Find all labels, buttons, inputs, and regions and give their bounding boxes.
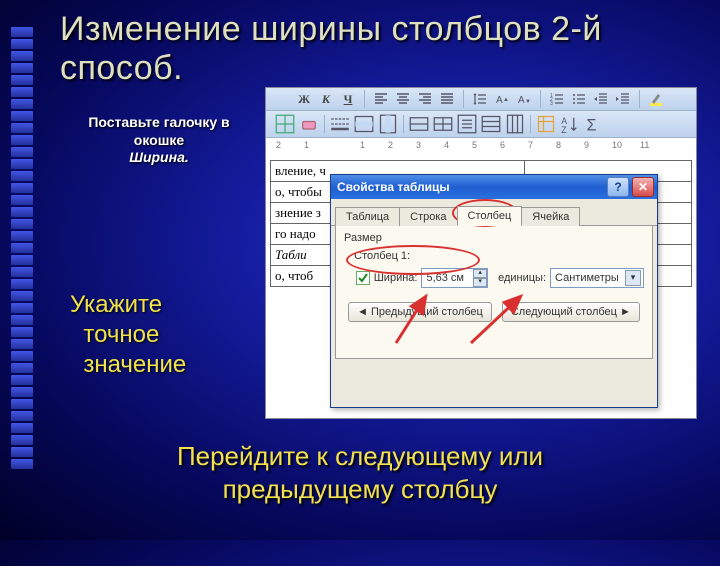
units-label: единицы:	[498, 272, 546, 284]
toolbar-separator	[403, 115, 404, 133]
align-center-icon[interactable]	[395, 91, 411, 107]
units-value-text: Сантиметры	[555, 272, 619, 284]
tab-row[interactable]: Строка	[399, 207, 457, 226]
slide-title: Изменение ширины столбцов 2-й способ.	[60, 10, 720, 88]
draw-table-icon[interactable]	[274, 113, 296, 135]
word-format-toolbar: Ж К Ч A▲ A▼ 123	[266, 88, 696, 111]
bold-button[interactable]: Ж	[296, 91, 312, 107]
instruction-checkbox-line1: Поставьте галочку в окошке	[88, 114, 229, 148]
size-group-label: Размер	[344, 232, 644, 244]
width-value-text: 5,63 см	[426, 272, 464, 284]
indent-icon[interactable]	[615, 91, 631, 107]
instruction-nav-l2: предыдущему столбцу	[223, 474, 498, 504]
bullet-list-icon[interactable]	[571, 91, 587, 107]
svg-text:3: 3	[550, 101, 553, 106]
font-grow-icon[interactable]: A▲	[494, 91, 510, 107]
numbered-list-icon[interactable]: 123	[549, 91, 565, 107]
instruction-checkbox: Поставьте галочку в окошке Ширина.	[64, 114, 254, 167]
toolbar-separator	[364, 90, 365, 108]
instruction-value-l1: Укажите	[70, 291, 162, 318]
underline-button[interactable]: Ч	[340, 91, 356, 107]
word-screenshot: Ж К Ч A▲ A▼ 123	[266, 88, 696, 418]
outdent-icon[interactable]	[593, 91, 609, 107]
prev-column-button[interactable]: ◄ Предыдущий столбец	[348, 302, 492, 322]
italic-button[interactable]: К	[318, 91, 334, 107]
align-cell-icon[interactable]	[456, 113, 478, 135]
instruction-checkbox-line2: Ширина.	[64, 149, 254, 167]
svg-text:▲: ▲	[503, 97, 509, 103]
toolbar-separator	[324, 115, 325, 133]
align-justify-icon[interactable]	[439, 91, 455, 107]
table-properties-dialog: Свойства таблицы ? ✕ Таблица Строка Стол…	[330, 174, 658, 408]
align-left-icon[interactable]	[373, 91, 389, 107]
units-select[interactable]: Сантиметры ▾	[550, 268, 644, 288]
chevron-down-icon: ▾	[625, 270, 641, 286]
highlight-icon[interactable]	[648, 91, 664, 107]
dialog-tabs: Таблица Строка Столбец Ячейка	[331, 199, 657, 226]
split-cells-icon[interactable]	[432, 113, 454, 135]
width-checkbox[interactable]	[356, 271, 370, 285]
svg-text:Z: Z	[561, 125, 567, 134]
distribute-rows-icon[interactable]	[480, 113, 502, 135]
dialog-titlebar[interactable]: Свойства таблицы ? ✕	[331, 175, 657, 199]
tab-cell[interactable]: Ячейка	[521, 207, 580, 226]
dialog-help-button[interactable]: ?	[607, 177, 629, 197]
font-shrink-icon[interactable]: A▼	[516, 91, 532, 107]
width-value-input[interactable]: 5,63 см ▴▾	[421, 268, 488, 288]
sort-icon[interactable]: AZ	[559, 113, 581, 135]
svg-text:A: A	[518, 95, 525, 106]
line-style-icon[interactable]	[329, 113, 351, 135]
insert-col-icon[interactable]	[377, 113, 399, 135]
toolbar-separator	[530, 115, 531, 133]
dialog-title-text: Свойства таблицы	[337, 180, 450, 194]
instruction-nav-l1: Перейдите к следующему или	[177, 441, 543, 471]
toolbar-separator	[463, 90, 464, 108]
toolbar-separator	[639, 90, 640, 108]
distribute-cols-icon[interactable]	[504, 113, 526, 135]
next-column-button[interactable]: Следующий столбец ►	[502, 302, 640, 322]
toolbar-separator	[540, 90, 541, 108]
autoformat-icon[interactable]	[535, 113, 557, 135]
instruction-value-l2: точное	[83, 321, 159, 348]
svg-text:▼: ▼	[525, 99, 531, 105]
merge-cells-icon[interactable]	[408, 113, 430, 135]
instruction-nav: Перейдите к следующему или предыдущему с…	[0, 440, 720, 505]
svg-text:A: A	[496, 95, 503, 106]
width-label: Ширина:	[374, 272, 418, 284]
column-index-label: Столбец 1:	[354, 250, 410, 262]
check-icon	[358, 273, 368, 283]
line-spacing-icon[interactable]	[472, 91, 488, 107]
width-stepper[interactable]: ▴▾	[473, 269, 485, 287]
dialog-close-button[interactable]: ✕	[632, 177, 654, 197]
align-right-icon[interactable]	[417, 91, 433, 107]
autosum-icon[interactable]: Σ	[583, 113, 605, 135]
eraser-icon[interactable]	[298, 113, 320, 135]
column-tab-panel: Размер Столбец 1: Ширина: 5,63 см ▴▾ еди…	[335, 226, 653, 359]
word-table-toolbar: AZ Σ	[266, 111, 696, 138]
tab-column[interactable]: Столбец	[457, 206, 523, 226]
tab-table[interactable]: Таблица	[335, 207, 400, 226]
instruction-value-l3: значение	[83, 351, 186, 378]
svg-text:Σ: Σ	[587, 116, 597, 134]
insert-row-icon[interactable]	[353, 113, 375, 135]
instruction-value: Укажите точное значение	[70, 290, 186, 380]
